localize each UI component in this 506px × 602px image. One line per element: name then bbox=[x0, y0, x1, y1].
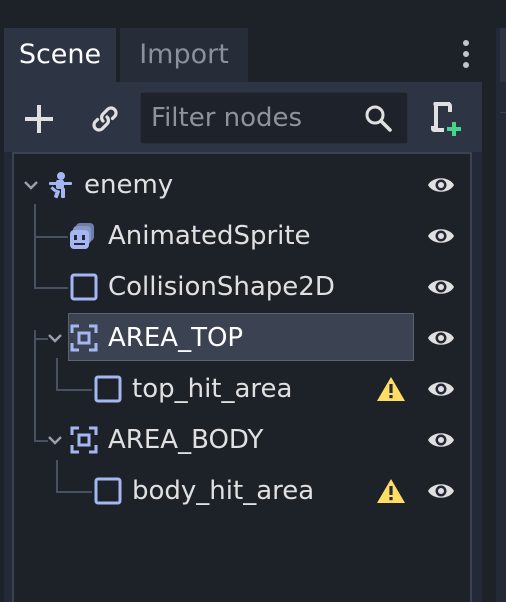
instance-scene-button[interactable] bbox=[86, 100, 124, 138]
tree-row-enemy[interactable]: enemy bbox=[14, 162, 470, 208]
tree-row-body-hit-area[interactable]: body_hit_area bbox=[14, 468, 470, 514]
node-label: AREA_BODY bbox=[108, 425, 264, 455]
node-label: AREA_TOP bbox=[108, 323, 244, 353]
tree-row-collisionshape2d[interactable]: CollisionShape2D bbox=[14, 264, 470, 310]
node-label: top_hit_area bbox=[132, 374, 293, 404]
kinematic-body-icon bbox=[49, 172, 72, 199]
filter-nodes-input[interactable] bbox=[151, 93, 361, 143]
warning-icon[interactable] bbox=[376, 375, 406, 403]
visibility-eye-icon[interactable] bbox=[426, 275, 456, 299]
chevron-down-icon[interactable] bbox=[22, 176, 40, 194]
visibility-eye-icon[interactable] bbox=[426, 224, 456, 248]
chevron-down-icon[interactable] bbox=[46, 431, 64, 449]
visibility-eye-icon[interactable] bbox=[426, 479, 456, 503]
area2d-icon bbox=[70, 426, 98, 454]
node-label: enemy bbox=[84, 170, 174, 200]
warning-icon[interactable] bbox=[376, 477, 406, 505]
tab-scene[interactable]: Scene bbox=[4, 28, 116, 82]
tree-row-top-hit-area[interactable]: top_hit_area bbox=[14, 366, 470, 412]
search-icon bbox=[365, 105, 392, 132]
visibility-eye-icon[interactable] bbox=[426, 428, 456, 452]
add-node-button[interactable] bbox=[20, 100, 58, 138]
filter-nodes-field bbox=[140, 92, 408, 144]
right-dock-tab[interactable] bbox=[500, 28, 506, 82]
animated-sprite-icon bbox=[70, 223, 94, 249]
attach-script-button[interactable] bbox=[428, 98, 464, 138]
tab-bar: Scene Import bbox=[4, 28, 482, 82]
node-label: body_hit_area bbox=[132, 476, 315, 506]
right-dock-divider bbox=[500, 112, 506, 113]
link-icon bbox=[92, 106, 118, 132]
visibility-eye-icon[interactable] bbox=[426, 173, 456, 197]
tree-row-area-body[interactable]: AREA_BODY bbox=[14, 417, 470, 463]
tree-row-area-top[interactable]: AREA_TOP bbox=[14, 315, 470, 361]
collision-shape-icon bbox=[70, 273, 98, 301]
tree-row-animatedsprite[interactable]: AnimatedSprite bbox=[14, 213, 470, 259]
top-strip bbox=[0, 0, 506, 22]
visibility-eye-icon[interactable] bbox=[426, 377, 456, 401]
node-label: CollisionShape2D bbox=[108, 272, 335, 302]
add-script-icon bbox=[431, 102, 461, 136]
tab-import[interactable]: Import bbox=[120, 28, 248, 82]
area2d-icon bbox=[70, 324, 98, 352]
right-dock-edge bbox=[496, 28, 506, 602]
collision-shape-icon bbox=[94, 375, 122, 403]
collision-shape-icon bbox=[94, 477, 122, 505]
plus-icon bbox=[25, 105, 53, 133]
node-label: AnimatedSprite bbox=[108, 221, 311, 251]
chevron-down-icon[interactable] bbox=[46, 329, 64, 347]
visibility-eye-icon[interactable] bbox=[426, 326, 456, 350]
dock-menu-icon[interactable] bbox=[456, 38, 476, 74]
